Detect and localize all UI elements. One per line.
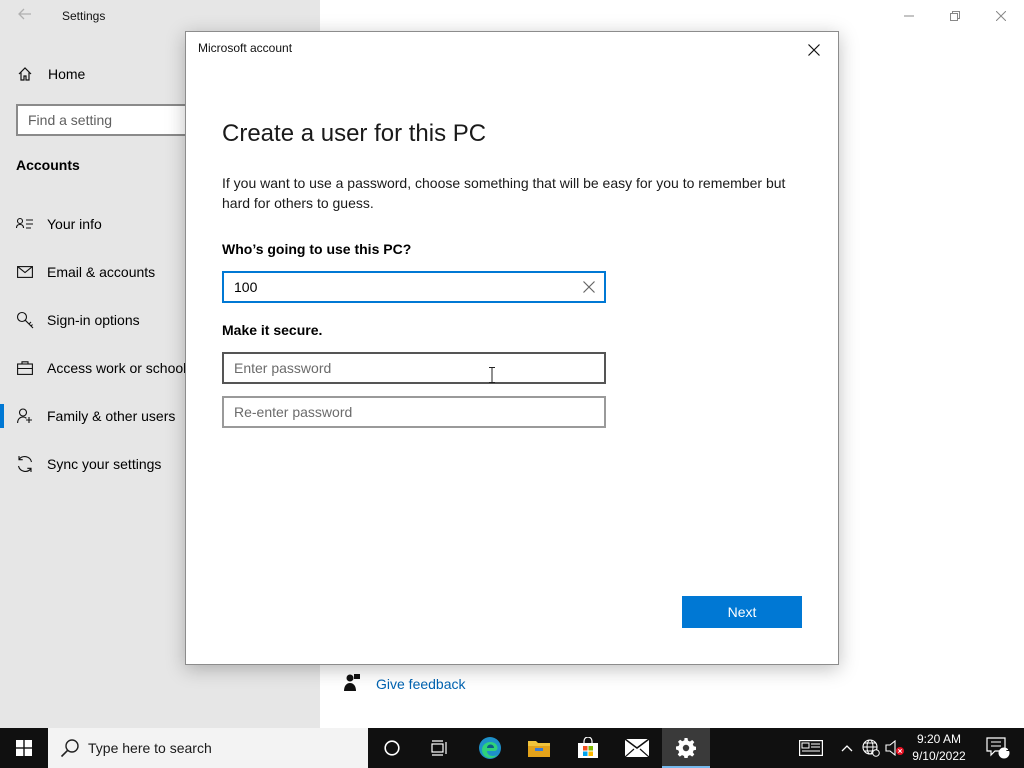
task-view-icon [431,740,447,756]
volume-button[interactable] [884,728,906,768]
show-hidden-icons-button[interactable] [838,728,856,768]
store-bag-icon [578,737,598,758]
taskbar: Type here to search 9:20 AM 9/10/2022 1 [0,728,1024,768]
sync-icon [16,455,34,473]
back-arrow-icon [18,8,31,20]
microsoft-account-dialog: Microsoft account Create a user for this… [185,31,839,665]
cortana-button[interactable] [368,728,416,768]
taskbar-search-placeholder: Type here to search [88,740,212,756]
sidebar-item-label: Access work or school [47,360,187,376]
username-input[interactable] [224,273,574,301]
gear-icon [676,738,696,758]
edge-browser-button[interactable] [466,728,514,768]
dialog-title: Microsoft account [198,41,293,55]
next-button[interactable]: Next [682,596,802,628]
notification-count-badge: 1 [1005,743,1012,754]
app-title: Settings [62,9,106,23]
cortana-circle-icon [384,740,400,756]
minimize-button[interactable] [886,0,932,32]
sidebar-item-label: Family & other users [47,408,176,424]
find-setting-input[interactable] [18,106,204,134]
person-add-icon [16,407,34,425]
speaker-muted-icon [885,740,904,756]
start-button[interactable] [0,728,48,768]
dialog-description: If you want to use a password, choose so… [222,175,786,211]
clear-x-icon [583,281,595,293]
sidebar-item-label: Sync your settings [47,456,162,472]
dialog-close-button[interactable] [802,38,826,62]
microsoft-store-button[interactable] [564,728,612,768]
mail-icon [16,263,34,281]
globe-network-icon [862,739,880,757]
find-setting-box[interactable] [16,104,206,136]
mail-app-button[interactable] [613,728,661,768]
edge-icon [479,737,501,759]
home-icon [16,65,34,83]
home-label: Home [48,66,86,82]
reenter-password-field[interactable] [222,396,606,428]
sidebar-item-label: Email & accounts [47,264,156,280]
give-feedback-label: Give feedback [376,676,466,692]
clock-time: 9:20 AM [916,732,962,746]
password-field[interactable] [222,352,606,384]
text-cursor-icon [489,367,495,383]
sidebar-item-label: Your info [47,216,102,232]
close-icon [808,44,820,56]
close-window-button[interactable] [978,0,1024,32]
password-input[interactable] [224,354,604,382]
settings-app-button[interactable] [662,728,710,768]
windows-logo-icon [16,740,32,756]
sidebar-item-home[interactable]: Home [16,62,85,86]
feedback-person-icon [344,674,362,694]
dialog-heading: Create a user for this PC [222,120,487,147]
give-feedback-link[interactable]: Give feedback [344,674,466,694]
make-secure-label: Make it secure. [222,322,323,338]
sidebar-item-label: Sign-in options [47,312,140,328]
taskbar-search-box[interactable]: Type here to search [48,728,368,768]
clock-date: 9/10/2022 [912,749,966,763]
file-explorer-button[interactable] [515,728,563,768]
back-button[interactable] [12,4,38,30]
minimize-icon [904,15,914,17]
chevron-up-icon [841,745,853,752]
key-icon [16,311,34,329]
restore-icon [950,11,960,21]
restore-button[interactable] [932,0,978,32]
action-center-button[interactable]: 1 [978,728,1018,768]
username-field[interactable] [222,271,606,303]
close-icon [996,11,1006,21]
news-widget-button[interactable] [796,728,826,768]
reenter-password-input[interactable] [224,398,604,426]
section-title: Accounts [16,157,80,173]
contact-card-icon [16,215,34,233]
search-icon [60,738,80,758]
network-status-button[interactable] [860,728,882,768]
briefcase-icon [16,359,34,377]
clear-text-button[interactable] [574,273,604,301]
mail-envelope-icon [625,739,649,757]
folder-icon [528,741,550,757]
news-icon [799,740,823,756]
taskbar-clock[interactable]: 9:20 AM 9/10/2022 [904,731,974,765]
task-view-button[interactable] [416,728,464,768]
who-label: Who’s going to use this PC? [222,241,412,257]
